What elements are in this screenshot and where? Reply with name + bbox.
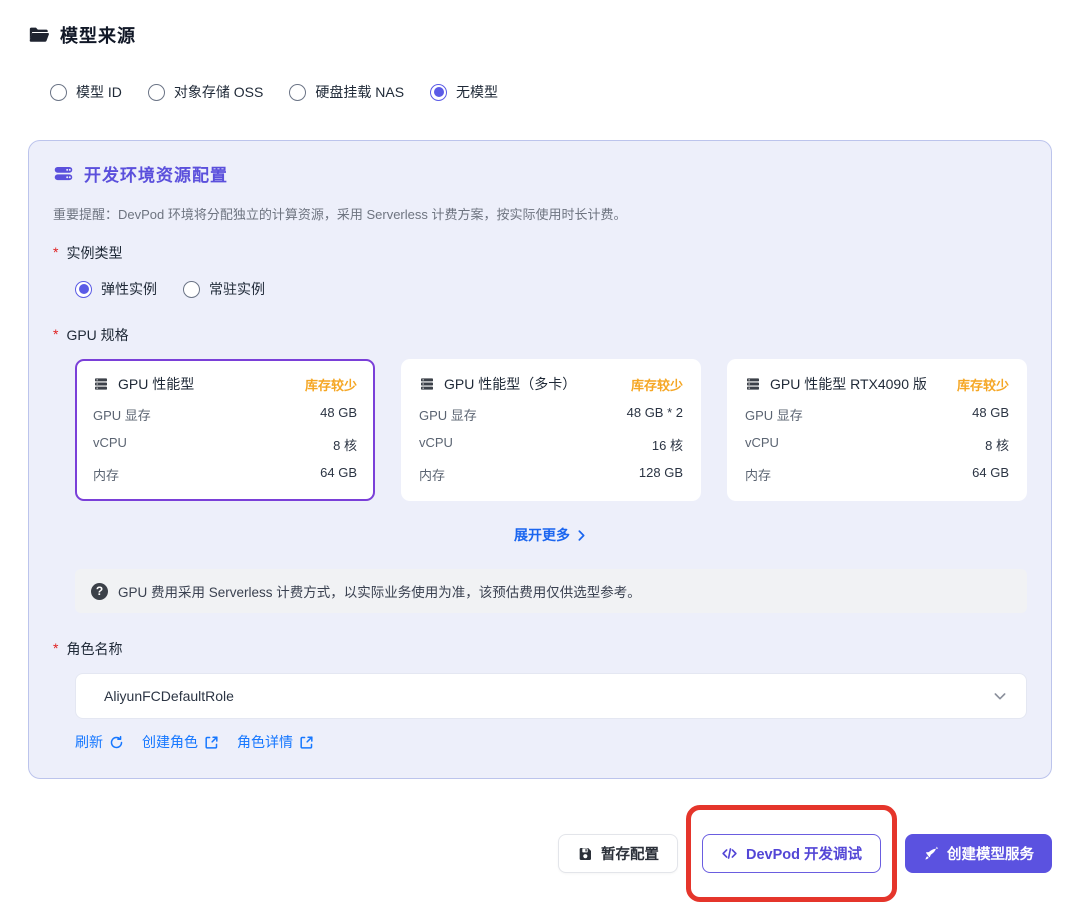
server-icon xyxy=(93,376,109,392)
fee-tip-bar: ? GPU 费用采用 Serverless 计费方式，以实际业务使用为准，该预估… xyxy=(75,569,1027,613)
low-stock-badge: 库存较少 xyxy=(630,377,683,393)
page-title: 模型来源 xyxy=(60,26,136,46)
radio-resident-instance[interactable]: 常驻实例 xyxy=(183,279,265,299)
devpod-debug-button[interactable]: DevPod 开发调试 xyxy=(701,834,881,873)
create-model-service-button[interactable]: 创建模型服务 xyxy=(905,834,1052,873)
gpu-spec-label: GPU 规格 xyxy=(66,327,129,343)
instance-type-label: 实例类型 xyxy=(66,245,123,261)
gpu-card-performance-multi[interactable]: GPU 性能型（多卡） 库存较少 GPU 显存 48 GB * 2 vCPU 16 … xyxy=(401,359,701,501)
chevron-right-icon xyxy=(575,529,588,542)
server-icon xyxy=(419,376,435,392)
annotation-highlight: DevPod 开发调试 xyxy=(685,805,897,902)
field-gpu-spec: * GPU 规格 GPU 性能型 库存较少 GPU 显存 48 GB vCPU … xyxy=(53,325,1027,613)
create-role-link[interactable]: 创建角色 xyxy=(142,732,219,752)
server-stack-icon xyxy=(53,163,74,184)
server-icon xyxy=(745,376,761,392)
role-select-value: AliyunFCDefaultRole xyxy=(104,688,234,704)
save-draft-button[interactable]: 暂存配置 xyxy=(557,834,678,873)
question-circle-icon: ? xyxy=(91,582,108,600)
folder-icon xyxy=(28,24,50,46)
radio-elastic-instance[interactable]: 弹性实例 xyxy=(75,279,157,299)
radio-oss[interactable]: 对象存储 OSS xyxy=(147,82,263,102)
radio-selected-icon[interactable] xyxy=(430,83,448,101)
role-detail-link[interactable]: 角色详情 xyxy=(237,732,314,752)
refresh-link[interactable]: 刷新 xyxy=(75,732,124,752)
refresh-icon xyxy=(109,735,124,750)
role-name-label: 角色名称 xyxy=(66,641,123,657)
role-select[interactable]: AliyunFCDefaultRole xyxy=(75,673,1027,719)
field-instance-type: * 实例类型 弹性实例 常驻实例 xyxy=(53,243,1027,299)
required-marker: * xyxy=(53,244,59,260)
gpu-cards-row: GPU 性能型 库存较少 GPU 显存 48 GB vCPU 8 核 内存 64 GB xyxy=(75,359,1027,501)
panel-title: 开发环境资源配置 xyxy=(84,166,228,185)
rocket-icon xyxy=(923,846,939,862)
low-stock-badge: 库存较少 xyxy=(304,377,357,393)
fee-tip-text: GPU 费用采用 Serverless 计费方式，以实际业务使用为准，该预估费用… xyxy=(118,585,641,600)
radio-no-model[interactable]: 无模型 xyxy=(430,82,498,102)
radio-nas[interactable]: 硬盘挂载 NAS xyxy=(289,82,404,102)
low-stock-badge: 库存较少 xyxy=(956,377,1009,393)
chevron-down-icon xyxy=(992,688,1008,704)
field-role-name: * 角色名称 AliyunFCDefaultRole 刷新 创建角色 角色详情 xyxy=(53,639,1027,752)
panel-notice: 重要提醒：DevPod 环境将分配独立的计算资源，采用 Serverless 计… xyxy=(53,207,627,222)
radio-icon[interactable] xyxy=(50,83,67,101)
code-icon xyxy=(721,845,738,862)
radio-icon[interactable] xyxy=(289,83,307,101)
external-link-icon xyxy=(299,735,314,750)
radio-icon[interactable] xyxy=(183,280,200,298)
radio-icon[interactable] xyxy=(147,83,165,101)
gpu-card-rtx4090[interactable]: GPU 性能型 RTX4090 版 库存较少 GPU 显存 48 GB vCPU 8… xyxy=(727,359,1027,501)
radio-model-id[interactable]: 模型 ID xyxy=(50,82,122,102)
expand-more-link[interactable]: 展开更多 xyxy=(514,525,588,545)
radio-selected-icon[interactable] xyxy=(75,280,92,298)
gpu-card-performance[interactable]: GPU 性能型 库存较少 GPU 显存 48 GB vCPU 8 核 内存 64 GB xyxy=(75,359,375,501)
footer-actions: 暂存配置 DevPod 开发调试 创建模型服务 xyxy=(28,805,1052,902)
model-source-radio-group: 模型 ID 对象存储 OSS 硬盘挂载 NAS 无模型 xyxy=(50,82,1080,102)
page-header: 模型来源 xyxy=(0,0,1080,48)
required-marker: * xyxy=(53,326,59,342)
save-icon xyxy=(577,846,593,862)
external-link-icon xyxy=(204,735,219,750)
panel-title-row: 开发环境资源配置 xyxy=(53,161,1027,186)
dev-env-config-panel: 开发环境资源配置 重要提醒：DevPod 环境将分配独立的计算资源，采用 Ser… xyxy=(28,140,1052,779)
role-links-row: 刷新 创建角色 角色详情 xyxy=(75,732,1027,752)
required-marker: * xyxy=(53,640,59,656)
